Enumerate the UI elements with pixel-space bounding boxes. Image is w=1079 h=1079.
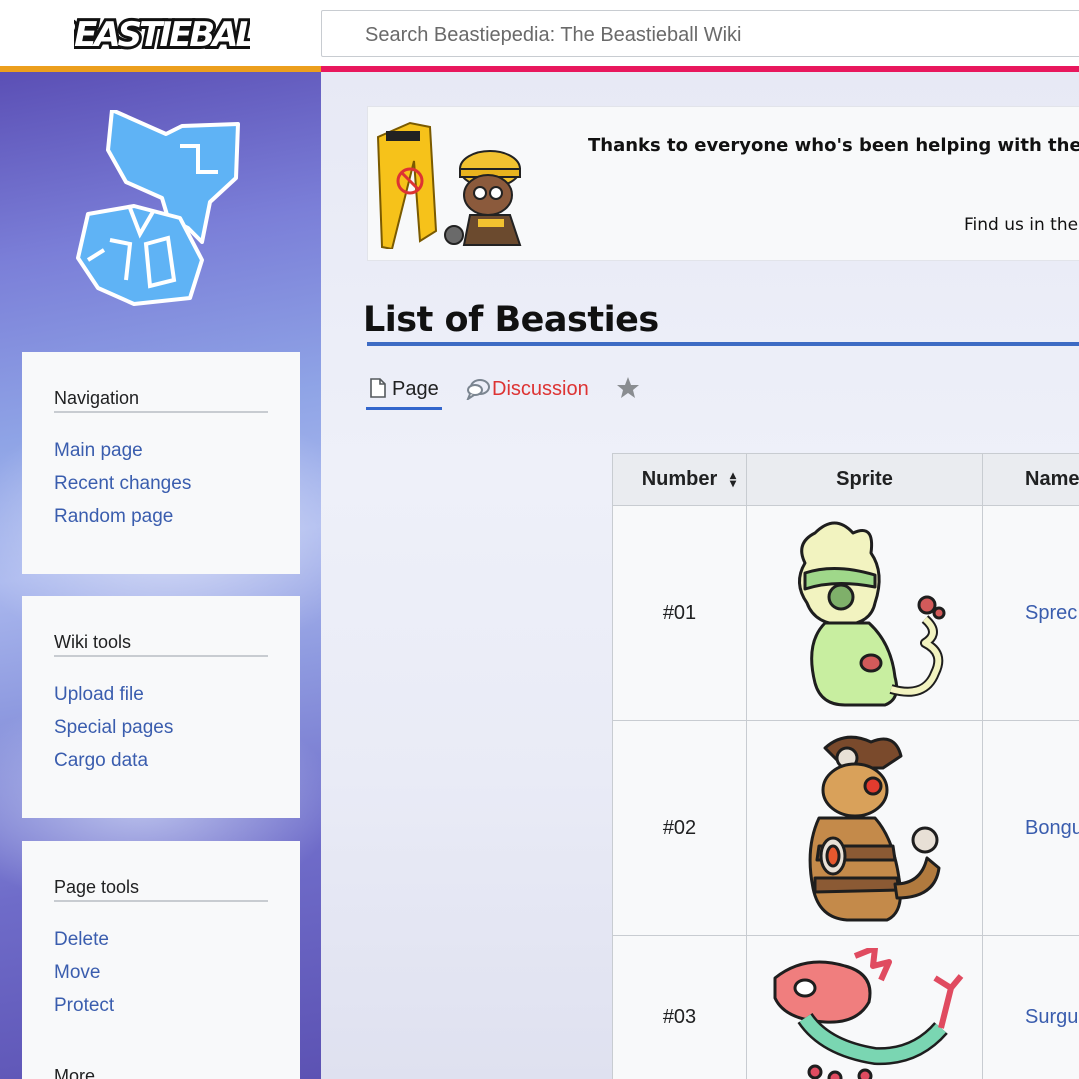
sidebar-link-random-page[interactable]: Random page	[54, 500, 268, 533]
portlet-page-tools: Page tools Delete Move Protect More	[22, 841, 300, 1079]
sidebar-link-cargo-data[interactable]: Cargo data	[54, 744, 268, 777]
beastie-name-link[interactable]: Bongu	[982, 720, 1079, 936]
table-row: #02 Bongu	[612, 720, 1079, 936]
beastie-number: #02	[612, 720, 747, 936]
tab-page[interactable]: Page	[366, 374, 442, 410]
tab-page-label: Page	[392, 378, 439, 400]
beastie-number: #03	[612, 935, 747, 1079]
star-icon[interactable]	[616, 376, 640, 400]
beastie-name-link[interactable]: Sprec	[982, 505, 1079, 721]
search-input[interactable]: Search Beastiepedia: The Beastieball Wik…	[321, 10, 1079, 57]
table-header-row: Number ▴ ▾ Sprite Name	[612, 453, 1079, 506]
main-content: Thanks to everyone who's been helping wi…	[321, 72, 1079, 1079]
tab-discussion-label: Discussion	[492, 378, 589, 400]
portlet-more-title[interactable]: More	[54, 1066, 268, 1079]
beastie-name-link[interactable]: Surgu	[982, 935, 1079, 1079]
sidebar-link-delete[interactable]: Delete	[54, 923, 268, 956]
page-icon	[370, 378, 386, 398]
beastie-sprite-cell	[746, 505, 983, 721]
caution-sign-worker-image	[370, 121, 540, 251]
discussion-icon	[465, 378, 492, 402]
column-header-name[interactable]: Name	[982, 453, 1079, 506]
beasties-table: Number ▴ ▾ Sprite Name #01 Sprec #02 Bon…	[612, 453, 1079, 1079]
sidebar-link-special-pages[interactable]: Special pages	[54, 711, 268, 744]
sidebar-link-upload-file[interactable]: Upload file	[54, 678, 268, 711]
column-header-sprite: Sprite	[746, 453, 983, 506]
portlet-title: Page tools	[54, 877, 268, 902]
banner-thanks-text: Thanks to everyone who's been helping wi…	[588, 135, 1079, 156]
table-row: #03 Surgu	[612, 935, 1079, 1079]
sidebar-link-move[interactable]: Move	[54, 956, 268, 989]
beastie-number: #01	[612, 505, 747, 721]
sidebar-link-recent-changes[interactable]: Recent changes	[54, 467, 268, 500]
sidebar: Navigation Main page Recent changes Rand…	[0, 72, 321, 1079]
surgu-sprite[interactable]	[765, 948, 965, 1079]
top-bar: BEASTIEBALL Search Beastiepedia: The Bea…	[0, 0, 1079, 72]
title-underline	[367, 342, 1079, 346]
tab-discussion[interactable]: Discussion	[465, 374, 596, 410]
portlet-navigation: Navigation Main page Recent changes Rand…	[22, 352, 300, 574]
column-header-number[interactable]: Number ▴ ▾	[612, 453, 747, 506]
portlet-title: Navigation	[54, 388, 268, 413]
column-header-label: Number	[641, 468, 718, 490]
page-title: List of Beasties	[363, 300, 659, 340]
logo-text: BEASTIEBALL	[74, 15, 250, 55]
portlet-wiki-tools: Wiki tools Upload file Special pages Car…	[22, 596, 300, 818]
sort-icon[interactable]: ▴ ▾	[730, 469, 736, 489]
search-placeholder: Search Beastiepedia: The Beastieball Wik…	[365, 24, 742, 46]
sidebar-link-protect[interactable]: Protect	[54, 989, 268, 1022]
sidebar-link-main-page[interactable]: Main page	[54, 434, 268, 467]
beastie-sprite-cell	[746, 720, 983, 936]
site-emblem-logo[interactable]	[70, 108, 250, 306]
beastie-sprite-cell	[746, 935, 983, 1079]
table-row: #01 Sprec	[612, 505, 1079, 721]
site-notice-banner: Thanks to everyone who's been helping wi…	[367, 106, 1079, 261]
banner-find-text: Find us in the	[964, 215, 1079, 235]
beastieball-logo[interactable]: BEASTIEBALL	[48, 10, 280, 58]
sprecko-sprite[interactable]	[775, 513, 955, 713]
bongo-sprite[interactable]	[775, 728, 955, 928]
portlet-title: Wiki tools	[54, 632, 268, 657]
